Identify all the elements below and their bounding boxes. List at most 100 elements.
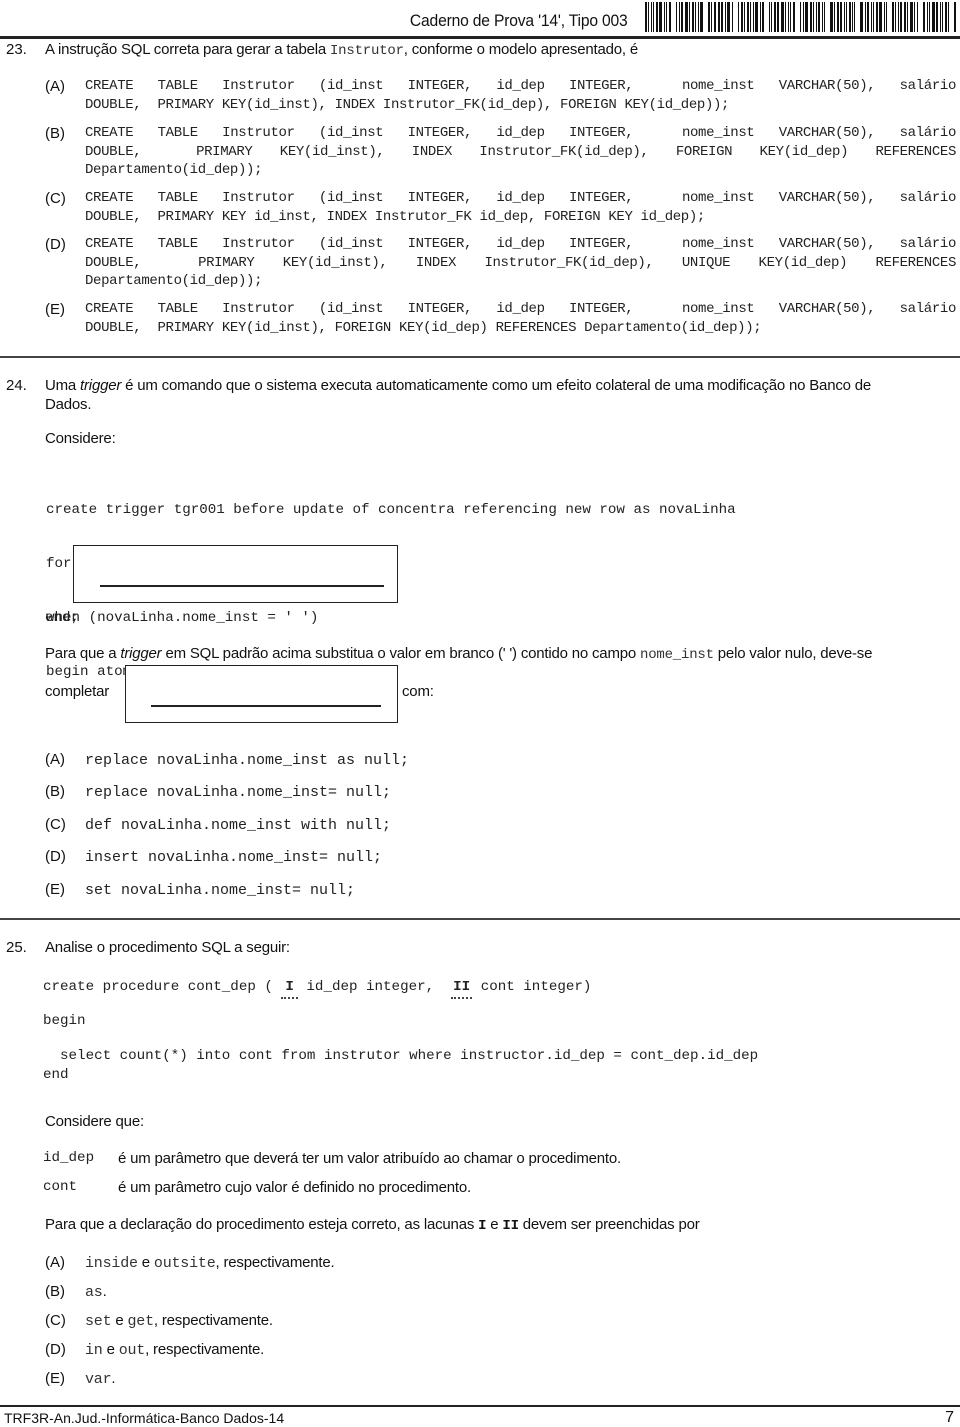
barcode-bar [907, 2, 909, 32]
q25-option-text[interactable]: inside e outsite, respectivamente. [85, 1254, 335, 1272]
barcode-bar [854, 2, 856, 32]
barcode-bar [769, 2, 771, 32]
q24-completar: completar [45, 683, 110, 700]
q25-para-e: e [486, 1216, 503, 1233]
barcode-bar [691, 2, 694, 32]
header-title: Caderno de Prova '14', Tipo 003 [410, 11, 628, 30]
q24-option-letter[interactable]: (A) [45, 751, 65, 768]
barcode-bar [851, 2, 853, 32]
q25-considere: Considere que: [45, 1113, 144, 1130]
q23-prompt: A instrução SQL correta para gerar a tab… [45, 41, 638, 59]
q25-option-text[interactable]: as. [85, 1283, 107, 1301]
option-code-line: Departamento(id_dep)); [85, 162, 263, 178]
q25-paragraph: Para que a declaração do procedimento es… [45, 1216, 700, 1234]
q25-def-desc: é um parâmetro cujo valor é definido no … [118, 1179, 471, 1196]
barcode-bar [928, 2, 930, 32]
q25-blank-ii[interactable]: II [451, 979, 473, 999]
q24-answer-blank-box[interactable] [125, 665, 398, 723]
barcode-bar [886, 2, 888, 32]
q24-option-letter[interactable]: (D) [45, 848, 66, 865]
barcode-bar [876, 2, 879, 32]
q25-option-letter[interactable]: (E) [45, 1370, 65, 1387]
q25-code-seg: create procedure cont_dep ( [43, 979, 273, 995]
barcode-bar [789, 2, 791, 32]
q25-blank-ii-label: II [453, 979, 471, 995]
barcode-bar [658, 2, 662, 32]
q25-option-letter[interactable]: (C) [45, 1312, 66, 1329]
q25-code-end: end [43, 1067, 69, 1083]
option-code-line: CREATE TABLE Instrutor (id_inst INTEGER,… [85, 125, 956, 141]
option-letter: (C) [45, 190, 66, 207]
q25-def-desc: é um parâmetro que deverá ter um valor a… [118, 1150, 621, 1167]
barcode-bar [710, 2, 712, 32]
barcode-bar [802, 2, 804, 32]
barcode-bar [926, 2, 928, 32]
q24-option-code[interactable]: replace novaLinha.nome_inst= null; [85, 784, 391, 801]
q25-option-text[interactable]: in e out, respectivamente. [85, 1341, 264, 1359]
option-letter: (D) [45, 236, 66, 253]
q24-option-code[interactable]: def novaLinha.nome_inst with null; [85, 817, 391, 834]
barcode-bar [935, 2, 938, 32]
q25-option-text[interactable]: set e get, respectivamente. [85, 1312, 273, 1330]
q25-option-c2: out [118, 1342, 146, 1359]
q24-option-code[interactable]: insert novaLinha.nome_inst= null; [85, 849, 382, 866]
barcode-bar [721, 2, 724, 32]
q25-option-mid: e [111, 1312, 128, 1329]
q24-option-code[interactable]: replace novaLinha.nome_inst as null; [85, 752, 409, 769]
q24-option-code[interactable]: set novaLinha.nome_inst= null; [85, 882, 355, 899]
barcode-bar [771, 2, 773, 32]
q25-option-c1: inside [85, 1255, 138, 1272]
barcode-bar [900, 2, 903, 32]
barcode-bar [947, 2, 949, 32]
barcode-bar [860, 2, 864, 32]
q25-def-term: cont [43, 1179, 78, 1195]
q24-para-after: pelo valor nulo, deve-se [713, 645, 873, 662]
q24-code-blank-box[interactable] [73, 545, 398, 603]
barcode-bar [741, 2, 744, 32]
q25-para-after: devem ser preenchidas por [518, 1216, 700, 1233]
q23-prompt-code: Instrutor [329, 43, 404, 59]
q25-blank-i-label: I [285, 979, 294, 995]
q25-option-letter[interactable]: (B) [45, 1283, 65, 1300]
q24-code-end: end; [45, 610, 80, 626]
barcode-bar [755, 2, 759, 32]
footer-divider [0, 1405, 960, 1407]
q24-para-mid: em SQL padrão acima substitua o valor em… [161, 645, 640, 662]
barcode-bar [784, 2, 786, 32]
q25-para-ii: II [502, 1218, 519, 1234]
option-letter: (E) [45, 301, 65, 318]
barcode-bar [668, 2, 671, 32]
q24-option-letter[interactable]: (E) [45, 881, 65, 898]
barcode-bar [910, 2, 914, 32]
q25-option-letter[interactable]: (A) [45, 1254, 65, 1271]
q25-option-text[interactable]: var. [85, 1370, 116, 1388]
option-code-line: Departamento(id_dep)); [85, 273, 263, 289]
barcode-bar [799, 2, 801, 32]
barcode-image [645, 2, 957, 32]
barcode-bar [923, 2, 925, 32]
barcode-bar [848, 2, 851, 32]
barcode-bar [713, 2, 715, 32]
q25-option-tail: , respectivamente. [215, 1254, 335, 1271]
q25-blank-i[interactable]: I [281, 979, 298, 999]
q25-option-mid: e [137, 1254, 154, 1271]
q24-code-line: when (novaLinha.nome_inst = ' ') [46, 610, 319, 626]
barcode-bar [650, 2, 652, 32]
q24-com: com: [402, 683, 434, 700]
q24-intro: Uma trigger é um comando que o sistema e… [45, 377, 957, 394]
q25-option-mid: e [102, 1341, 119, 1358]
option-letter: (B) [45, 125, 65, 142]
q24-intro-italic: trigger [80, 377, 122, 394]
q24-para-italic: trigger [120, 645, 162, 662]
option-code-line: DOUBLE, PRIMARY KEY(id_inst), FOREIGN KE… [85, 319, 762, 336]
q25-option-tail: , respectivamente. [153, 1312, 273, 1329]
q24-para-before: Para que a [45, 645, 121, 662]
barcode-bar [699, 2, 703, 32]
q25-blank-ii-dots [451, 997, 473, 999]
barcode-bar [873, 2, 875, 32]
page-number: 7 [945, 1409, 954, 1426]
q24-option-letter[interactable]: (C) [45, 816, 66, 833]
q24-option-letter[interactable]: (B) [45, 783, 65, 800]
q25-option-letter[interactable]: (D) [45, 1341, 66, 1358]
barcode-bar [792, 2, 795, 32]
